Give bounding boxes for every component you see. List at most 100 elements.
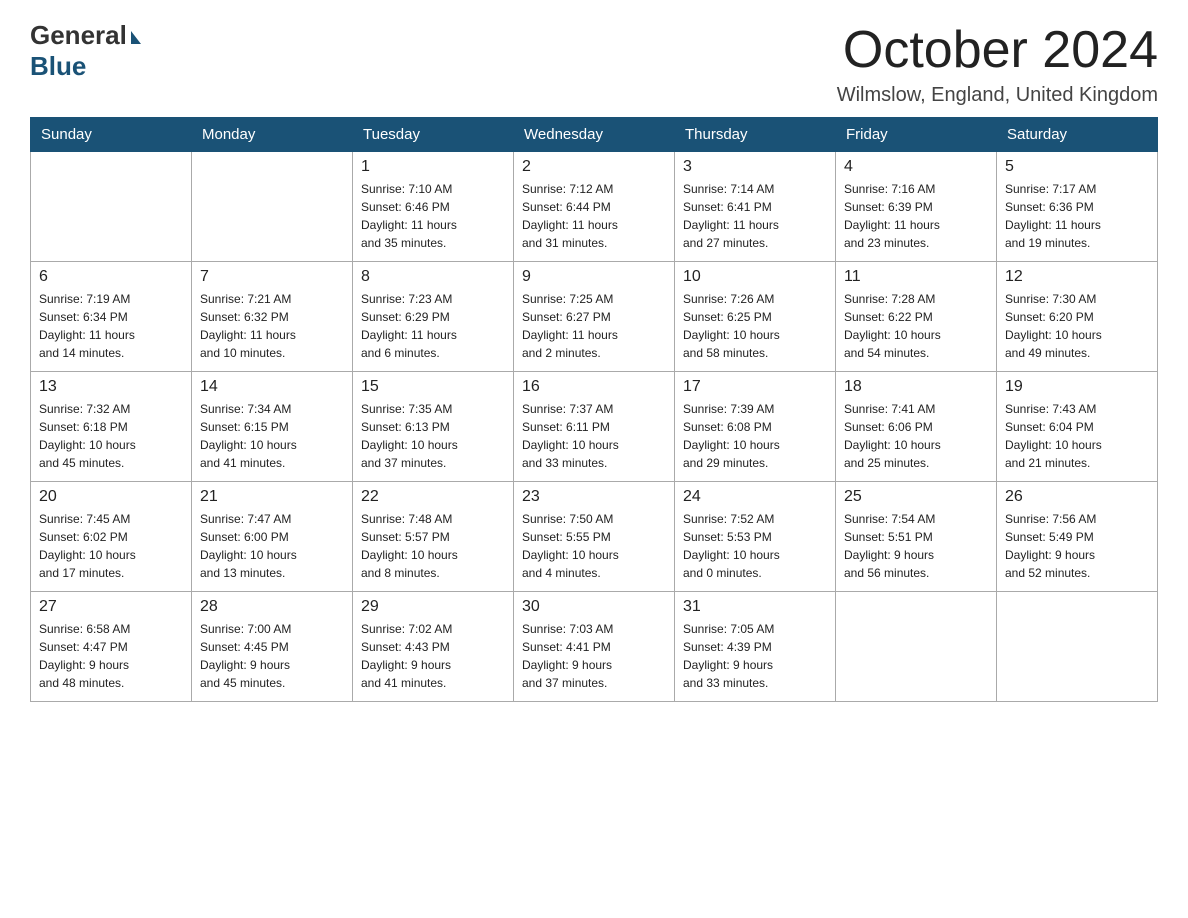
day-number: 10 (683, 268, 827, 286)
calendar-table: SundayMondayTuesdayWednesdayThursdayFrid… (30, 117, 1158, 702)
calendar-cell: 22 Sunrise: 7:48 AM Sunset: 5:57 PM Dayli… (353, 482, 514, 592)
calendar-cell: 7 Sunrise: 7:21 AM Sunset: 6:32 PM Daylig… (192, 262, 353, 372)
day-number: 22 (361, 488, 505, 506)
day-number: 13 (39, 378, 183, 396)
logo-arrow-icon (131, 31, 141, 44)
day-info: Sunrise: 7:52 AM Sunset: 5:53 PM Dayligh… (683, 510, 827, 582)
day-info: Sunrise: 7:50 AM Sunset: 5:55 PM Dayligh… (522, 510, 666, 582)
day-info: Sunrise: 7:23 AM Sunset: 6:29 PM Dayligh… (361, 290, 505, 362)
day-number: 26 (1005, 488, 1149, 506)
day-of-week-header: Thursday (675, 118, 836, 152)
day-info: Sunrise: 7:12 AM Sunset: 6:44 PM Dayligh… (522, 180, 666, 252)
calendar-cell: 30 Sunrise: 7:03 AM Sunset: 4:41 PM Dayli… (514, 592, 675, 702)
day-info: Sunrise: 7:03 AM Sunset: 4:41 PM Dayligh… (522, 620, 666, 692)
month-title: October 2024 (837, 20, 1158, 80)
day-number: 6 (39, 268, 183, 286)
day-number: 7 (200, 268, 344, 286)
day-info: Sunrise: 7:02 AM Sunset: 4:43 PM Dayligh… (361, 620, 505, 692)
day-info: Sunrise: 7:28 AM Sunset: 6:22 PM Dayligh… (844, 290, 988, 362)
day-number: 18 (844, 378, 988, 396)
day-of-week-header: Friday (836, 118, 997, 152)
calendar-cell: 28Sunrise: 7:00 AM Sunset: 4:45 PM Dayli… (192, 592, 353, 702)
day-info: Sunrise: 7:34 AM Sunset: 6:15 PM Dayligh… (200, 400, 344, 472)
day-number: 30 (522, 598, 666, 616)
calendar-cell: 23 Sunrise: 7:50 AM Sunset: 5:55 PM Dayli… (514, 482, 675, 592)
day-of-week-header: Tuesday (353, 118, 514, 152)
calendar-cell: 18 Sunrise: 7:41 AM Sunset: 6:06 PM Dayli… (836, 372, 997, 482)
logo-blue-text: Blue (30, 51, 86, 82)
day-of-week-header: Wednesday (514, 118, 675, 152)
calendar-cell: 11 Sunrise: 7:28 AM Sunset: 6:22 PM Dayli… (836, 262, 997, 372)
logo: General Blue (30, 20, 141, 82)
day-info: Sunrise: 7:05 AM Sunset: 4:39 PM Dayligh… (683, 620, 827, 692)
calendar-week-row: 1 Sunrise: 7:10 AM Sunset: 6:46 PM Daylig… (31, 152, 1158, 262)
day-number: 2 (522, 158, 666, 176)
day-number: 19 (1005, 378, 1149, 396)
calendar-cell: 29 Sunrise: 7:02 AM Sunset: 4:43 PM Dayli… (353, 592, 514, 702)
day-number: 16 (522, 378, 666, 396)
calendar-cell: 13 Sunrise: 7:32 AM Sunset: 6:18 PM Dayli… (31, 372, 192, 482)
day-number: 29 (361, 598, 505, 616)
day-info: Sunrise: 7:10 AM Sunset: 6:46 PM Dayligh… (361, 180, 505, 252)
day-number: 27 (39, 598, 183, 616)
day-info: Sunrise: 7:37 AM Sunset: 6:11 PM Dayligh… (522, 400, 666, 472)
day-of-week-header: Sunday (31, 118, 192, 152)
day-number: 1 (361, 158, 505, 176)
calendar-cell: 17 Sunrise: 7:39 AM Sunset: 6:08 PM Dayli… (675, 372, 836, 482)
day-info: Sunrise: 7:30 AM Sunset: 6:20 PM Dayligh… (1005, 290, 1149, 362)
day-info: Sunrise: 7:35 AM Sunset: 6:13 PM Dayligh… (361, 400, 505, 472)
calendar-cell: 25 Sunrise: 7:54 AM Sunset: 5:51 PM Dayli… (836, 482, 997, 592)
calendar-cell: 24Sunrise: 7:52 AM Sunset: 5:53 PM Dayli… (675, 482, 836, 592)
day-of-week-header: Saturday (997, 118, 1158, 152)
day-info: Sunrise: 7:48 AM Sunset: 5:57 PM Dayligh… (361, 510, 505, 582)
calendar-cell: 14Sunrise: 7:34 AM Sunset: 6:15 PM Dayli… (192, 372, 353, 482)
location: Wilmslow, England, United Kingdom (837, 84, 1158, 107)
calendar-week-row: 20Sunrise: 7:45 AM Sunset: 6:02 PM Dayli… (31, 482, 1158, 592)
calendar-cell: 6 Sunrise: 7:19 AM Sunset: 6:34 PM Daylig… (31, 262, 192, 372)
day-number: 5 (1005, 158, 1149, 176)
day-number: 21 (200, 488, 344, 506)
calendar-cell: 19 Sunrise: 7:43 AM Sunset: 6:04 PM Dayli… (997, 372, 1158, 482)
calendar-cell: 10 Sunrise: 7:26 AM Sunset: 6:25 PM Dayli… (675, 262, 836, 372)
day-number: 3 (683, 158, 827, 176)
day-info: Sunrise: 7:14 AM Sunset: 6:41 PM Dayligh… (683, 180, 827, 252)
calendar-week-row: 13 Sunrise: 7:32 AM Sunset: 6:18 PM Dayli… (31, 372, 1158, 482)
calendar-cell: 9Sunrise: 7:25 AM Sunset: 6:27 PM Daylig… (514, 262, 675, 372)
page-header: General Blue October 2024 Wilmslow, Engl… (30, 20, 1158, 107)
day-info: Sunrise: 7:39 AM Sunset: 6:08 PM Dayligh… (683, 400, 827, 472)
calendar-cell: 20Sunrise: 7:45 AM Sunset: 6:02 PM Dayli… (31, 482, 192, 592)
day-info: Sunrise: 7:26 AM Sunset: 6:25 PM Dayligh… (683, 290, 827, 362)
header-row: SundayMondayTuesdayWednesdayThursdayFrid… (31, 118, 1158, 152)
calendar-cell (997, 592, 1158, 702)
day-number: 9 (522, 268, 666, 286)
day-info: Sunrise: 7:32 AM Sunset: 6:18 PM Dayligh… (39, 400, 183, 472)
day-info: Sunrise: 6:58 AM Sunset: 4:47 PM Dayligh… (39, 620, 183, 692)
day-info: Sunrise: 7:43 AM Sunset: 6:04 PM Dayligh… (1005, 400, 1149, 472)
calendar-cell: 31 Sunrise: 7:05 AM Sunset: 4:39 PM Dayli… (675, 592, 836, 702)
day-number: 31 (683, 598, 827, 616)
calendar-cell: 26Sunrise: 7:56 AM Sunset: 5:49 PM Dayli… (997, 482, 1158, 592)
calendar-week-row: 27 Sunrise: 6:58 AM Sunset: 4:47 PM Dayli… (31, 592, 1158, 702)
day-number: 12 (1005, 268, 1149, 286)
logo-general-text: General (30, 20, 127, 51)
day-number: 17 (683, 378, 827, 396)
calendar-cell: 4Sunrise: 7:16 AM Sunset: 6:39 PM Daylig… (836, 152, 997, 262)
calendar-cell: 15 Sunrise: 7:35 AM Sunset: 6:13 PM Dayli… (353, 372, 514, 482)
day-number: 23 (522, 488, 666, 506)
day-info: Sunrise: 7:21 AM Sunset: 6:32 PM Dayligh… (200, 290, 344, 362)
day-number: 15 (361, 378, 505, 396)
day-info: Sunrise: 7:45 AM Sunset: 6:02 PM Dayligh… (39, 510, 183, 582)
day-info: Sunrise: 7:54 AM Sunset: 5:51 PM Dayligh… (844, 510, 988, 582)
day-number: 8 (361, 268, 505, 286)
day-number: 11 (844, 268, 988, 286)
day-number: 4 (844, 158, 988, 176)
calendar-week-row: 6 Sunrise: 7:19 AM Sunset: 6:34 PM Daylig… (31, 262, 1158, 372)
calendar-cell: 16 Sunrise: 7:37 AM Sunset: 6:11 PM Dayli… (514, 372, 675, 482)
day-of-week-header: Monday (192, 118, 353, 152)
calendar-cell (836, 592, 997, 702)
day-info: Sunrise: 7:19 AM Sunset: 6:34 PM Dayligh… (39, 290, 183, 362)
day-number: 25 (844, 488, 988, 506)
day-info: Sunrise: 7:00 AM Sunset: 4:45 PM Dayligh… (200, 620, 344, 692)
title-block: October 2024 Wilmslow, England, United K… (837, 20, 1158, 107)
day-info: Sunrise: 7:41 AM Sunset: 6:06 PM Dayligh… (844, 400, 988, 472)
